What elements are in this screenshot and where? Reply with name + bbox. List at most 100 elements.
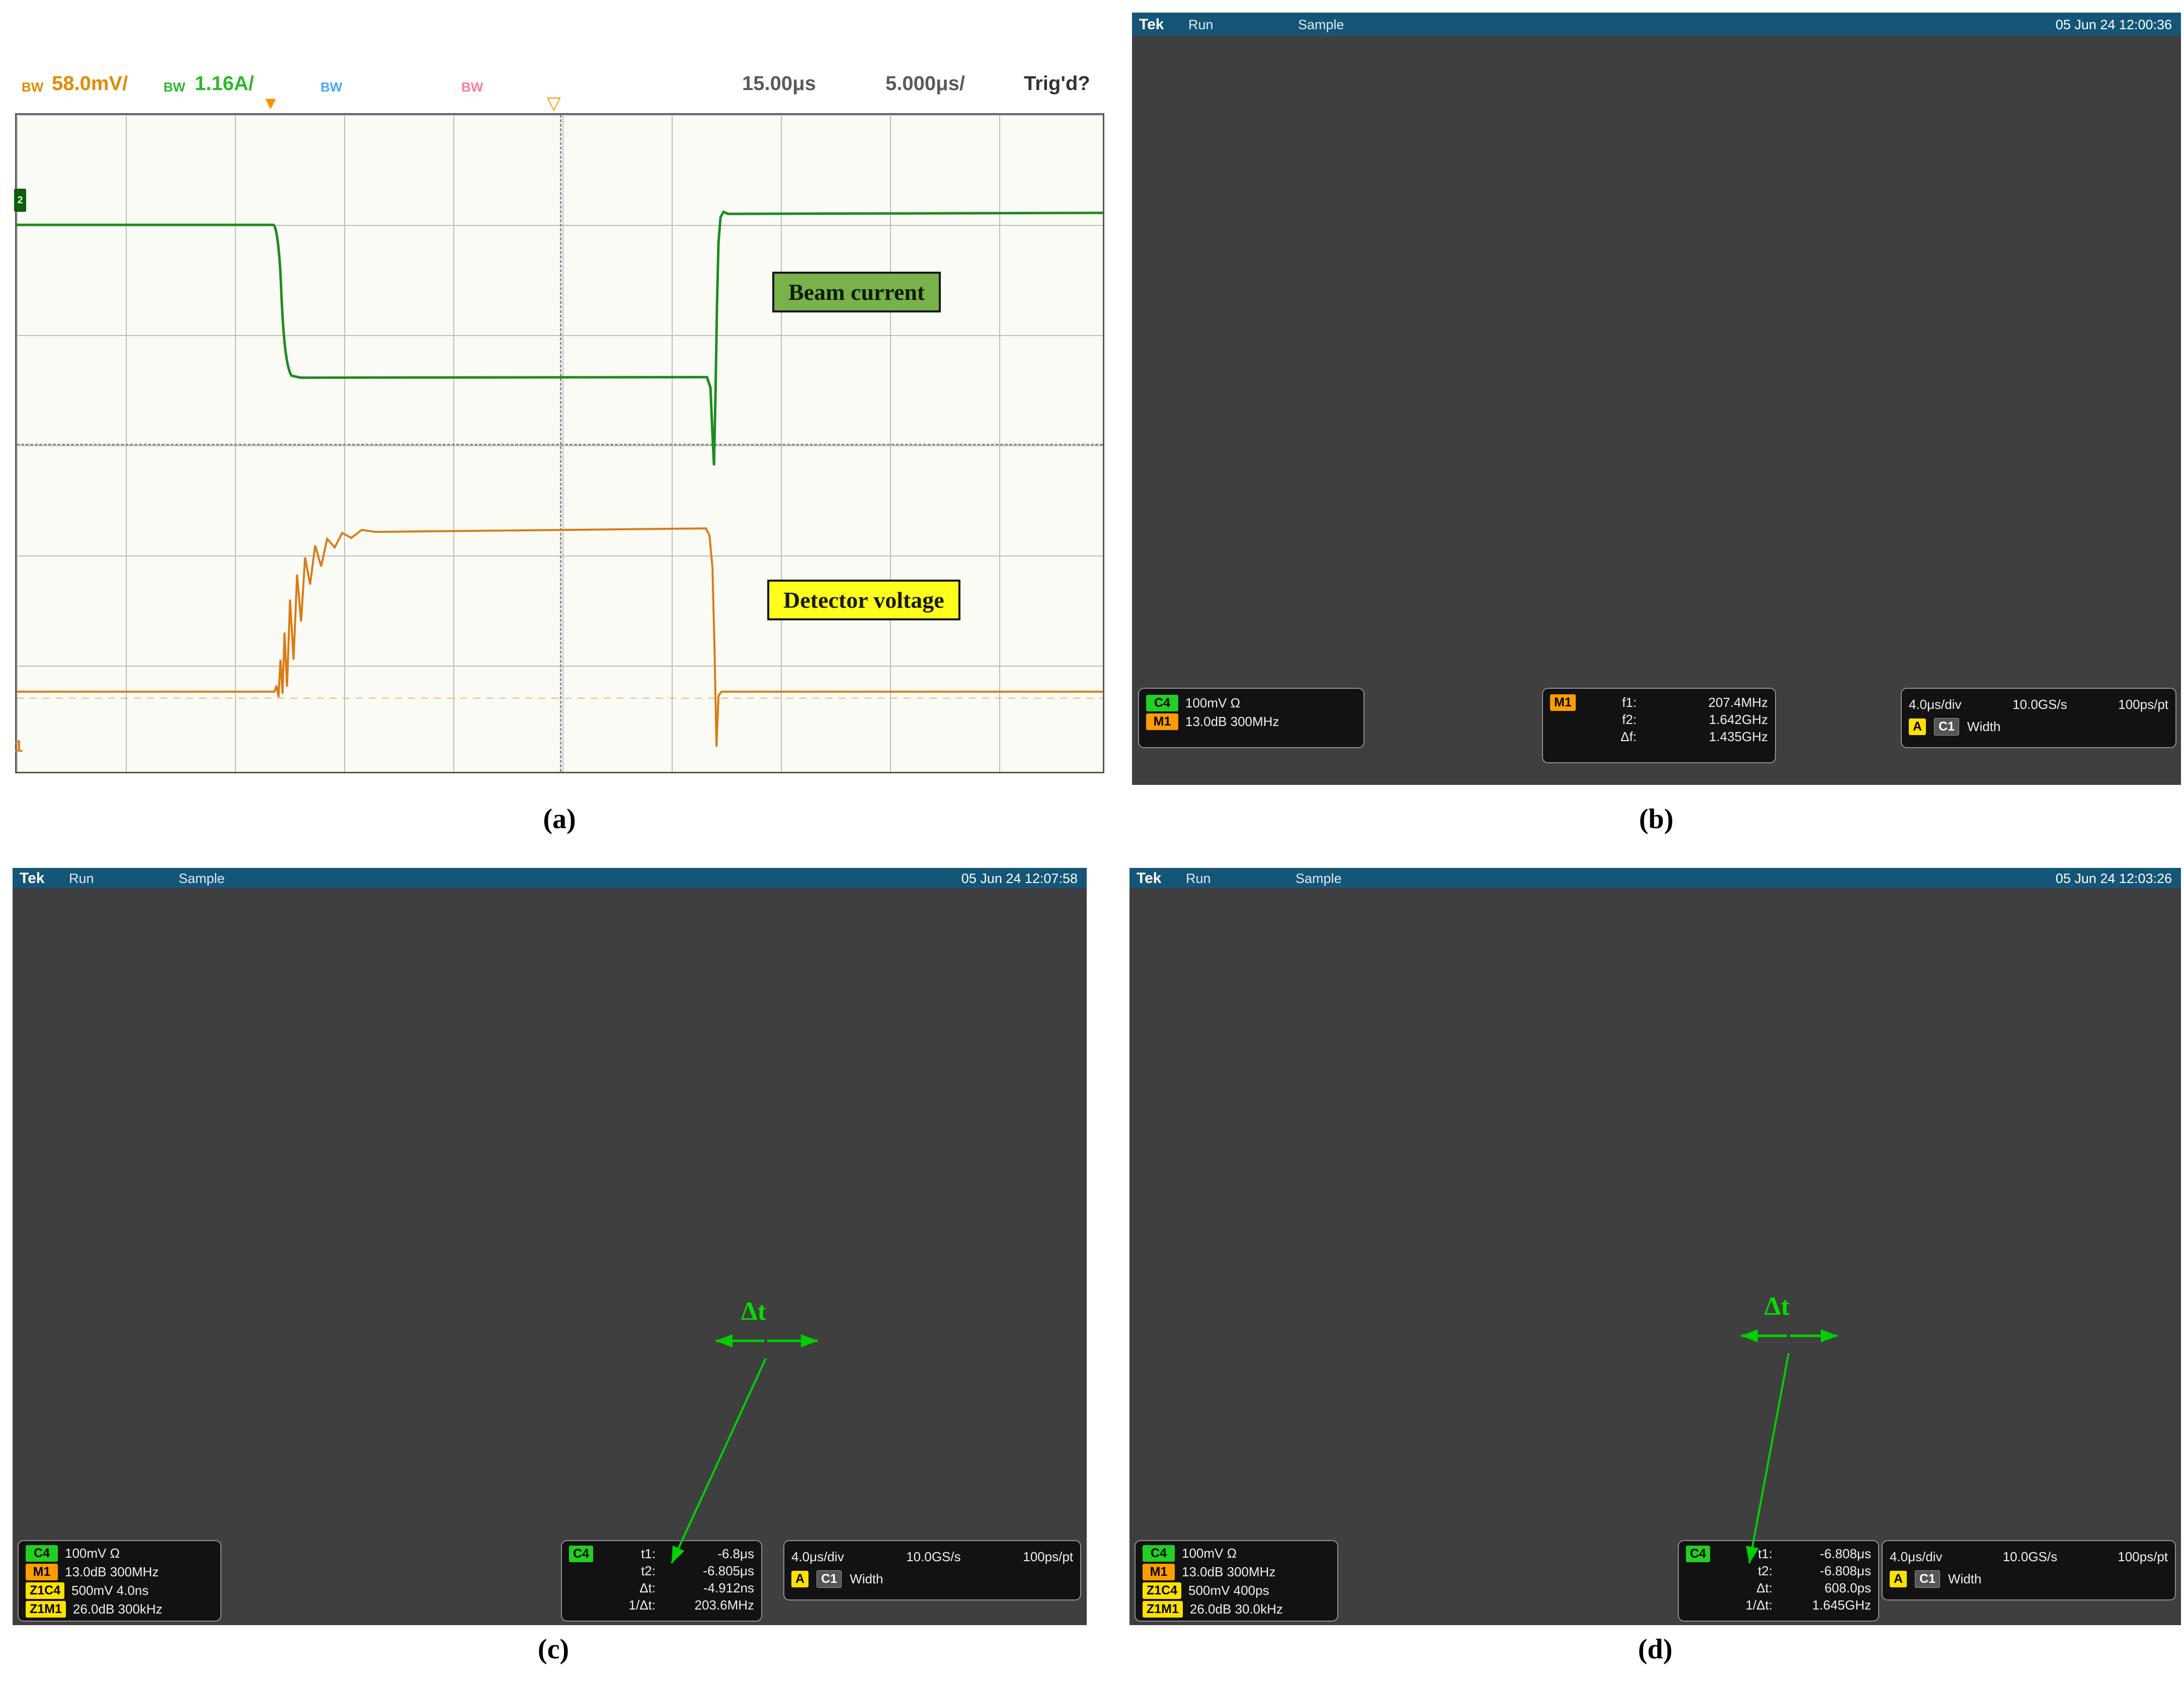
timebase: 4.0μs/div [1890,1549,1943,1565]
inv-dt-value: 1.645GHz [1781,1597,1871,1613]
resolution: 100ps/pt [2118,1549,2168,1565]
scope-d-bottom-bar: C4100mV Ω M113.0dB 300MHz Z1C4500mV 400p… [1129,1537,2181,1625]
horizontal-settings-box-b: 4.0μs/div10.0GS/s100ps/pt AC1Width [1901,688,2176,748]
run-status: Run [1188,18,1214,32]
m1-settings: 13.0dB 300MHz [1185,714,1279,730]
oscilloscope-screenshot-d: Tek Run Sample 05 Jun 24 12:03:26 M1 4 4… [1129,868,2181,1625]
c4-chip: C4 [26,1545,58,1562]
beam-current-label: Beam current [772,272,941,312]
acquisition-mode: Sample [1296,872,1342,886]
caption-a: (a) [543,803,576,835]
t-source-chip: C4 [1686,1546,1710,1562]
ch2-scale: 1.16A/ [195,72,254,95]
oscilloscope-screenshot-c: Tek Run Sample 05 Jun 24 12:07:58 M1 4 4… [13,868,1087,1625]
trigger-type: Width [1967,719,2000,735]
f1-label: f1: [1588,695,1637,710]
z1m1-settings: 26.0dB 300kHz [73,1601,163,1617]
t1-value: -6.808μs [1781,1546,1871,1562]
caption-d: (d) [1638,1633,1672,1665]
dt-value: -4.912ns [664,1580,754,1596]
beam-current-trace [17,212,1103,465]
t1-label: t1: [607,1546,656,1562]
delta-t-callout-line [672,1358,766,1563]
t1-label: t1: [1724,1546,1772,1562]
detector-voltage-label: Detector voltage [767,580,960,620]
acquisition-mode: Sample [1298,18,1344,32]
timebase: 4.0μs/div [791,1549,844,1565]
trigger-a-chip: A [791,1571,808,1587]
z1m1-chip: Z1M1 [1143,1601,1183,1618]
trigger-a-chip: A [1890,1571,1907,1587]
z1c4-settings: 500mV 400ps [1188,1583,1269,1598]
scope-c-bottom-bar: C4100mV Ω M113.0dB 300MHz Z1C4500mV 4.0n… [13,1537,1087,1625]
t2-value: -6.808μs [1781,1563,1871,1579]
inv-dt-label: 1/Δt: [1724,1597,1772,1613]
trigger-status: Trig'd? [1024,72,1090,95]
trigger-source-chip: C1 [817,1570,842,1588]
dt-label: Δt: [1724,1580,1772,1596]
m1-settings: 13.0dB 300MHz [65,1564,158,1580]
cursor-frequency-box-b: M1f1:207.4MHz f2:1.642GHz Δf:1.435GHz [1542,688,1776,763]
ch1-bw-badge: BW [22,79,43,95]
delta-t-callout-line [1749,1353,1789,1563]
df-value: 1.435GHz [1645,729,1768,745]
trigger-source-chip: C1 [1934,718,1959,736]
channel-settings-box-b: C4 100mV Ω M1 13.0dB 300MHz [1138,688,1364,748]
figure: BW 58.0mV/ BW 1.16A/ BW BW 15.00μs 5.000… [0,0,2184,1686]
t2-label: t2: [607,1563,656,1579]
ch1-ground-marker: 1 [14,737,23,756]
f-source-chip: M1 [1550,694,1576,711]
m1-chip: M1 [26,1564,58,1580]
cursor-time-box-d: C4t1:-6.808μs t2:-6.808μs Δt:608.0ps 1/Δ… [1678,1540,1879,1622]
c4-settings: 100mV Ω [1185,695,1240,711]
t1-value: -6.8μs [664,1546,754,1562]
f2-value: 1.642GHz [1645,712,1768,728]
ch3-bw-badge: BW [320,79,342,95]
ch2-ground-marker: 2 [14,189,26,212]
tek-logo: Tek [1139,17,1164,32]
c4-chip: C4 [1143,1545,1175,1562]
ch1-scale: 58.0mV/ [52,72,128,95]
resolution: 100ps/pt [1023,1549,1073,1565]
f1-value: 207.4MHz [1645,695,1768,710]
timebase-readout: 5.000μs/ [885,72,965,95]
resolution: 100ps/pt [2118,697,2168,712]
dt-value: 608.0ps [1781,1580,1871,1596]
run-status: Run [69,872,94,886]
datetime-c: 05 Jun 24 12:07:58 [961,872,1078,886]
timebase: 4.0μs/div [1909,697,1962,712]
f2-label: f2: [1588,712,1637,728]
m1-chip: M1 [1143,1564,1175,1580]
sample-rate: 10.0GS/s [2003,1549,2057,1565]
trigger-marker-icon: ▼ [262,93,280,114]
tek-titlebar-b: Tek Run Sample 05 Jun 24 12:00:36 [1132,13,2181,36]
channel-settings-box-c: C4100mV Ω M113.0dB 300MHz Z1C4500mV 4.0n… [18,1540,221,1622]
datetime-d: 05 Jun 24 12:03:26 [2056,872,2172,886]
m1-chip: M1 [1146,713,1178,730]
z1c4-chip: Z1C4 [26,1582,64,1599]
cursor-time-box-c: C4t1:-6.8μs t2:-6.805μs Δt:-4.912ns 1/Δt… [561,1540,762,1622]
delta-t-annotation: Δt [1764,1292,1790,1321]
sample-rate: 10.0GS/s [2012,697,2067,712]
oscilloscope-screenshot-b: Tek Run Sample 05 Jun 24 12:00:36 M1 4 C… [1132,13,2181,785]
c4-chip: C4 [1146,695,1178,711]
t2-value: -6.805μs [664,1563,754,1579]
scope-a-traces [17,115,1103,772]
ch2-bw-badge: BW [164,79,185,95]
annotation-arrows-d [1129,868,2181,1625]
caption-b: (b) [1639,803,1673,835]
datetime-b: 05 Jun 24 12:00:36 [2056,18,2172,32]
horizontal-settings-box-d: 4.0μs/div10.0GS/s100ps/pt AC1Width [1882,1540,2176,1600]
t-source-chip: C4 [569,1546,593,1562]
m1-settings: 13.0dB 300MHz [1182,1564,1275,1580]
inv-dt-label: 1/Δt: [607,1597,656,1613]
z1m1-chip: Z1M1 [26,1601,66,1618]
sample-rate: 10.0GS/s [906,1549,960,1565]
trigger-source-chip: C1 [1915,1570,1940,1588]
tek-titlebar-c: Tek Run Sample 05 Jun 24 12:07:58 [13,868,1087,888]
trigger-type: Width [850,1571,883,1587]
delay-readout: 15.00μs [742,72,816,95]
z1c4-chip: Z1C4 [1143,1582,1181,1599]
oscilloscope-screenshot-a: BW 58.0mV/ BW 1.16A/ BW BW 15.00μs 5.000… [13,65,1107,795]
tek-titlebar-d: Tek Run Sample 05 Jun 24 12:03:26 [1129,868,2181,888]
